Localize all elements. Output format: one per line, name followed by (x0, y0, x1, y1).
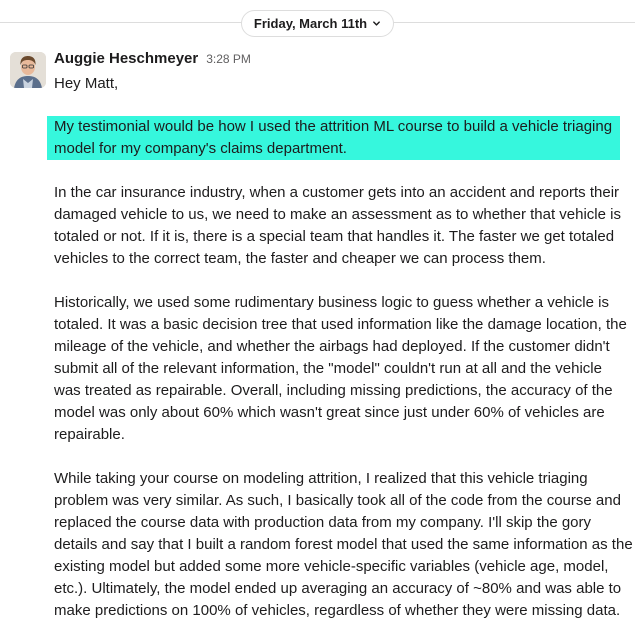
paragraph-line: While taking your course on modeling att… (54, 470, 588, 487)
chevron-down-icon (373, 21, 381, 26)
paragraph-line: submit all of the relevant information, … (54, 360, 602, 377)
paragraph-line: mileage of the vehicle, and whether the … (54, 338, 610, 355)
paragraph-new-model: While taking your course on modeling att… (54, 468, 633, 622)
user-avatar-icon (10, 52, 46, 88)
paragraph-insurance-context: In the car insurance industry, when a cu… (54, 182, 632, 270)
paragraph-line: In the car insurance industry, when a cu… (54, 184, 620, 201)
paragraph-line: vehicles to the correct team, the faster… (54, 250, 546, 267)
message-greeting: Hey Matt, (54, 75, 119, 92)
paragraph-line: totaled. It was a basic decision tree th… (54, 316, 627, 333)
sender-name[interactable]: Auggie Heschmeyer (54, 50, 198, 67)
paragraph-line: make predictions on 100% of vehicles, re… (54, 602, 621, 619)
date-divider-button[interactable]: Friday, March 11th (241, 10, 394, 37)
paragraph-historical-model: Historically, we used some rudimentary b… (54, 292, 632, 446)
paragraph-line: replaced the course data with production… (54, 514, 592, 531)
paragraph-line: model was only about 60% which wasn't gr… (54, 404, 605, 421)
paragraph-line: details and say that I built a random fo… (54, 536, 633, 553)
user-avatar[interactable] (10, 52, 46, 88)
message-header: Auggie Heschmeyer 3:28 PM (54, 50, 251, 67)
message-timestamp[interactable]: 3:28 PM (206, 52, 251, 66)
paragraph-line: problem was very similar. As such, I bas… (54, 492, 621, 509)
paragraph-line: totaled or not. If it is, there is a spe… (54, 228, 615, 245)
paragraph-line: Historically, we used some rudimentary b… (54, 294, 609, 311)
paragraph-line: existing model but added some more vehic… (54, 558, 609, 575)
highlighted-paragraph: My testimonial would be how I used the a… (54, 116, 632, 160)
highlighted-line: My testimonial would be how I used the a… (54, 118, 613, 135)
paragraph-line: repairable. (54, 426, 125, 443)
paragraph-line: damaged vehicle to us, we need to make a… (54, 206, 621, 223)
paragraph-line: was treated as repairable. Overall, incl… (54, 382, 613, 399)
paragraph-line: etc.). Ultimately, the model ended up av… (54, 580, 622, 597)
highlighted-line: model for my company's claims department… (54, 140, 347, 157)
date-divider-label: Friday, March 11th (253, 16, 368, 31)
